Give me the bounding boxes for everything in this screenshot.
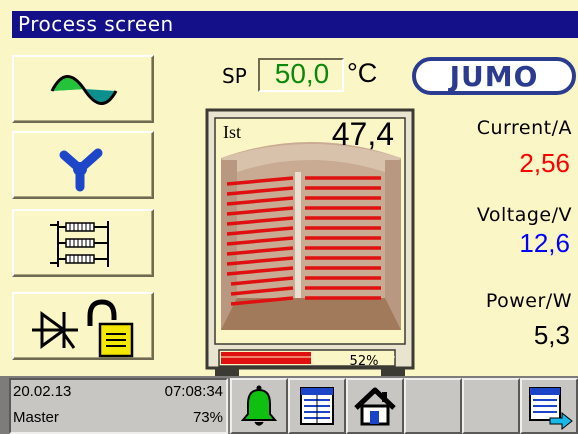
voltage-value: 12,6 — [519, 228, 570, 258]
setpoint-label: SP — [222, 64, 247, 88]
process-screen: Process screen SP 50,0 °C JUMO Ist 47,4 … — [0, 0, 578, 434]
power-value: 5,3 — [533, 320, 570, 350]
export-table-icon — [529, 387, 573, 431]
alarm-button[interactable] — [230, 378, 288, 434]
setpoint-unit: °C — [347, 58, 378, 88]
export-table-button[interactable] — [520, 378, 578, 434]
empty-button-1[interactable] — [404, 378, 462, 434]
thyristor-lock-button[interactable] — [12, 292, 154, 360]
setpoint-value: 50,0 — [274, 58, 330, 89]
controller-button[interactable] — [12, 55, 154, 123]
current-label: Current/A — [476, 117, 572, 139]
current-value: 2,56 — [519, 148, 570, 178]
window-title: Process screen — [18, 12, 174, 36]
sine-wave-icon — [50, 75, 118, 105]
voltage-label: Voltage/V — [476, 204, 572, 226]
home-button[interactable] — [346, 378, 404, 434]
setpoint-field[interactable]: 50,0 — [258, 58, 344, 92]
empty-button-2[interactable] — [462, 378, 520, 434]
home-icon — [354, 387, 396, 426]
status-percent: 73% — [192, 409, 223, 426]
thyristor-lock-icon — [32, 299, 134, 358]
jumo-logo: JUMO — [411, 56, 577, 96]
power-label: Power/W — [485, 290, 572, 312]
actual-label: Ist — [223, 122, 241, 142]
status-panel: 20.02.13 07:08:34 Master 73% — [9, 378, 228, 434]
y-branch-icon — [59, 148, 103, 192]
heater-coils-icon — [50, 221, 109, 267]
splitter-button[interactable] — [12, 131, 154, 199]
status-time: 07:08:34 — [164, 383, 223, 400]
data-table-icon — [300, 387, 334, 425]
heating-zones-button[interactable] — [12, 209, 154, 277]
status-date: 20.02.13 — [13, 383, 72, 400]
svg-text:JUMO: JUMO — [448, 60, 539, 93]
output-bar-fill — [221, 352, 311, 364]
output-percent: 52% — [349, 354, 379, 369]
bell-alarm-icon — [240, 385, 278, 426]
data-table-button[interactable] — [288, 378, 346, 434]
actual-value: 47,4 — [331, 116, 394, 152]
title-bar: Process screen — [12, 11, 578, 38]
status-user: Master — [13, 409, 59, 426]
